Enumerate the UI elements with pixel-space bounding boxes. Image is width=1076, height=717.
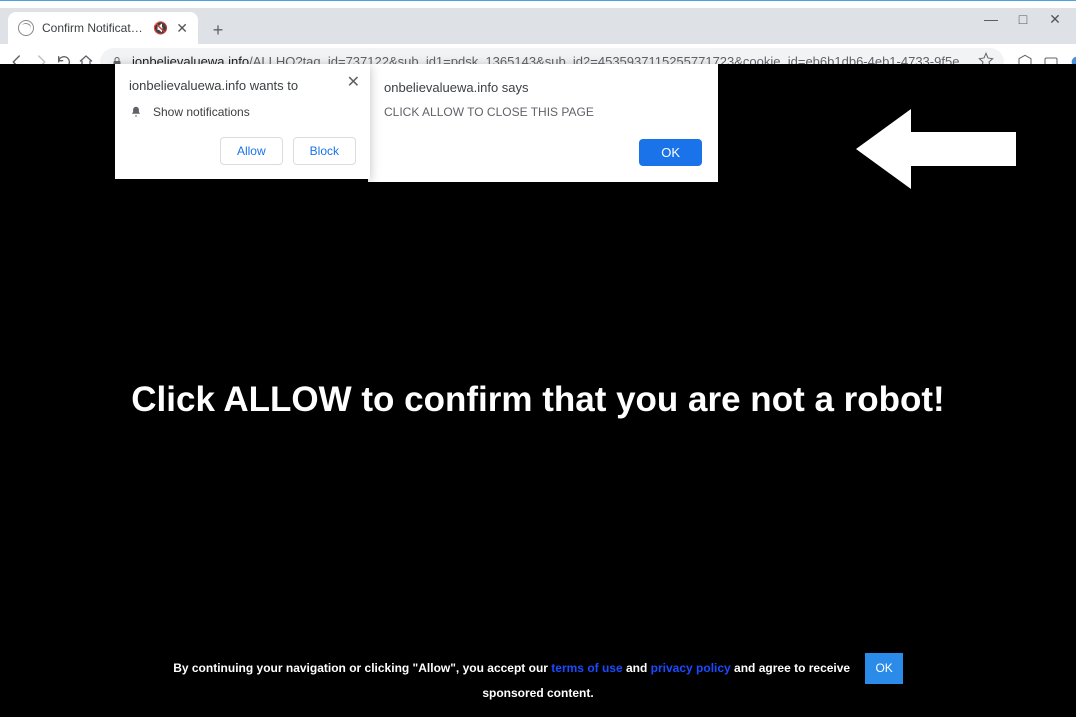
window-minimize-button[interactable]: — [984, 12, 998, 26]
alert-origin-text: onbelievaluewa.info says [384, 80, 702, 95]
tab-title: Confirm Notifications [42, 21, 145, 35]
browser-tab[interactable]: Confirm Notifications 🔇 ✕ [8, 12, 198, 44]
footer-text: By continuing your navigation or clickin… [173, 660, 551, 674]
permission-item: Show notifications [129, 105, 356, 119]
page-headline: Click ALLOW to confirm that you are not … [0, 380, 1076, 420]
alert-message-text: CLICK ALLOW TO CLOSE THIS PAGE [384, 105, 702, 119]
footer-text: sponsored content. [482, 686, 593, 700]
footer-text: and agree to receive [731, 660, 850, 674]
allow-button[interactable]: Allow [220, 137, 283, 165]
tab-close-button[interactable]: ✕ [176, 20, 188, 37]
notification-permission-popup: ✕ ionbelievaluewa.info wants to Show not… [115, 64, 370, 179]
permission-origin-text: ionbelievaluewa.info wants to [129, 78, 356, 93]
window-titlebar [0, 0, 1076, 8]
arrow-left-icon [856, 104, 1016, 199]
window-close-button[interactable]: ✕ [1048, 12, 1062, 26]
page-content: ✕ ionbelievaluewa.info wants to Show not… [0, 64, 1076, 717]
footer-text: and [623, 660, 651, 674]
bell-icon [129, 105, 143, 119]
window-maximize-button[interactable]: □ [1016, 12, 1030, 26]
page-footer: By continuing your navigation or clickin… [0, 653, 1076, 703]
window-controls: — □ ✕ [974, 8, 1072, 30]
permission-label: Show notifications [153, 105, 250, 119]
terms-link[interactable]: terms of use [551, 660, 622, 674]
new-tab-button[interactable]: + [204, 16, 232, 44]
alert-ok-button[interactable]: OK [639, 139, 702, 166]
footer-ok-button[interactable]: OK [865, 653, 902, 684]
globe-icon [18, 20, 34, 36]
popup-close-button[interactable]: ✕ [347, 72, 360, 92]
tabs-row: Confirm Notifications 🔇 ✕ + [0, 8, 1076, 44]
block-button[interactable]: Block [293, 137, 356, 165]
javascript-alert-dialog: onbelievaluewa.info says CLICK ALLOW TO … [368, 64, 718, 182]
tab-mute-icon[interactable]: 🔇 [153, 21, 168, 35]
privacy-link[interactable]: privacy policy [651, 660, 731, 674]
